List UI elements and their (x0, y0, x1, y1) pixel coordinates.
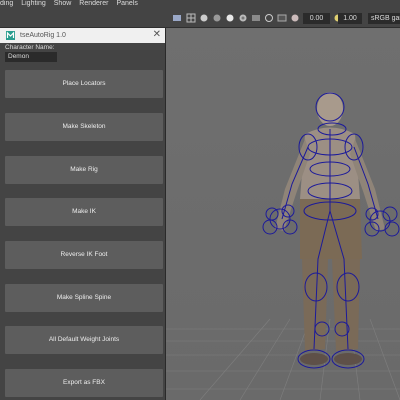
viewport-toolbar: 0.00 1.00 sRGB gam (0, 8, 400, 28)
antialias-icon[interactable] (277, 12, 287, 23)
window-titlebar[interactable]: tseAutoRig 1.0 ✕ (0, 28, 165, 43)
textured-icon[interactable] (225, 12, 235, 23)
maya-logo-icon (6, 27, 15, 45)
floor-grid (166, 318, 400, 400)
window-title: tseAutoRig 1.0 (20, 32, 66, 39)
shadows-icon[interactable] (251, 12, 261, 23)
character-name-label: Character Name: (5, 44, 55, 51)
menu-item-panels[interactable]: Panels (116, 0, 137, 8)
menu-item-shading[interactable]: ding (0, 0, 13, 8)
maya-window: ding Lighting Show Renderer Panels 0.00 … (0, 0, 400, 400)
make-spline-spine-button[interactable]: Make Spline Spine (5, 284, 163, 312)
close-icon[interactable]: ✕ (153, 30, 161, 40)
ambient-occlusion-icon[interactable] (264, 12, 274, 23)
export-fbx-button[interactable]: Export as FBX (5, 369, 163, 397)
color-space-dropdown[interactable]: sRGB gam (368, 13, 400, 24)
all-default-weight-joints-button[interactable]: All Default Weight Joints (5, 326, 163, 354)
wireframe-sphere-icon[interactable] (199, 12, 209, 23)
make-ik-button[interactable]: Make IK (5, 198, 163, 226)
smooth-shade-icon[interactable] (212, 12, 222, 23)
autorig-window: tseAutoRig 1.0 ✕ Character Name: Demon P… (0, 28, 166, 400)
exposure-icon[interactable] (290, 12, 300, 23)
gamma-field[interactable]: 1.00 (338, 13, 362, 24)
menu-bar: ding Lighting Show Renderer Panels (0, 0, 400, 8)
make-rig-button[interactable]: Make Rig (5, 156, 163, 184)
exposure-field[interactable]: 0.00 (303, 13, 330, 24)
menu-item-renderer[interactable]: Renderer (79, 0, 108, 8)
menu-item-show[interactable]: Show (54, 0, 72, 8)
place-locators-button[interactable]: Place Locators (5, 70, 163, 98)
reverse-ik-foot-button[interactable]: Reverse IK Foot (5, 241, 163, 269)
make-skeleton-button[interactable]: Make Skeleton (5, 113, 163, 141)
camera-icon[interactable] (172, 12, 182, 23)
lights-icon[interactable] (238, 12, 248, 23)
menu-item-lighting[interactable]: Lighting (21, 0, 46, 8)
grid-icon[interactable] (186, 12, 196, 23)
character-name-input[interactable]: Demon (5, 52, 57, 62)
